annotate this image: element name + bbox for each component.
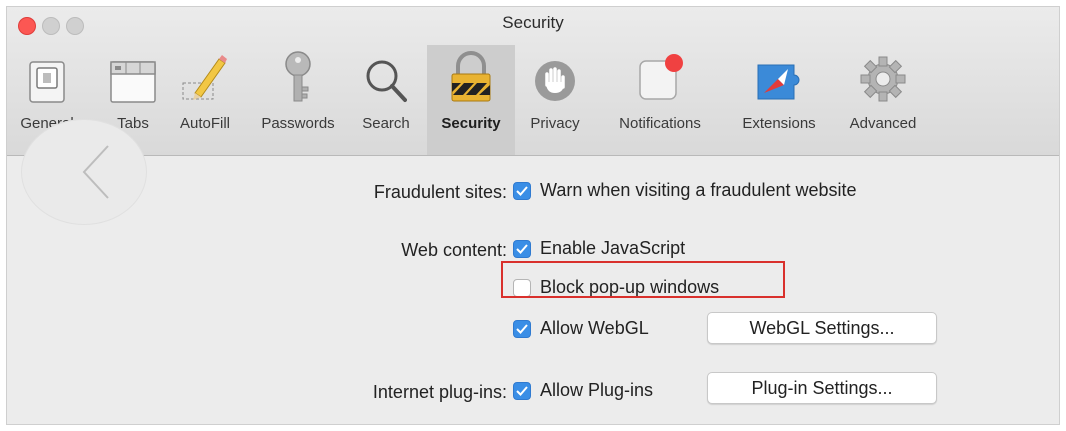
tab-notifications[interactable]: Notifications xyxy=(601,45,719,155)
key-icon xyxy=(268,45,328,103)
enable-javascript-checkbox[interactable] xyxy=(513,239,531,258)
magnifier-icon xyxy=(356,45,416,103)
tab-privacy[interactable]: Privacy xyxy=(519,45,591,155)
enable-javascript-option[interactable]: Enable JavaScript xyxy=(513,238,685,259)
highlight-box xyxy=(501,261,785,298)
allow-plugins-option[interactable]: Allow Plug-ins xyxy=(513,380,653,401)
checkmark-icon xyxy=(516,185,528,196)
tab-autofill[interactable]: AutoFill xyxy=(167,45,243,155)
tab-extensions[interactable]: Extensions xyxy=(727,45,831,155)
checkmark-icon xyxy=(516,323,528,334)
window-title: Security xyxy=(502,13,564,32)
fraudulent-warning-label: Warn when visiting a fraudulent website xyxy=(540,180,857,200)
tab-advanced-label: Advanced xyxy=(849,115,917,132)
gear-icon xyxy=(853,45,913,103)
tab-security[interactable]: Security xyxy=(427,45,515,155)
title-bar: Security General Tabs AutoFill Passwords… xyxy=(7,7,1059,156)
tab-passwords-label: Passwords xyxy=(261,115,335,132)
compass-puzzle-icon xyxy=(749,45,809,103)
plugin-settings-button[interactable]: Plug-in Settings... xyxy=(707,372,937,404)
notification-badge-icon xyxy=(630,45,690,103)
tab-search-label: Search xyxy=(362,115,410,132)
webgl-settings-button[interactable]: WebGL Settings... xyxy=(707,312,937,344)
general-switch-icon xyxy=(17,45,77,103)
preferences-toolbar: General Tabs AutoFill Passwords Search S… xyxy=(7,45,1059,155)
checkmark-icon xyxy=(516,243,528,254)
fraudulent-warning-option[interactable]: Warn when visiting a fraudulent website xyxy=(513,180,857,201)
allow-webgl-label: Allow WebGL xyxy=(540,318,649,338)
fraudulent-warning-checkbox[interactable] xyxy=(513,181,531,200)
tab-security-label: Security xyxy=(441,115,501,132)
tabs-icon xyxy=(103,45,163,103)
hand-icon xyxy=(525,45,585,103)
tab-notifications-label: Notifications xyxy=(619,115,701,132)
allow-plugins-label: Allow Plug-ins xyxy=(540,380,654,400)
allow-plugins-checkbox[interactable] xyxy=(513,381,531,400)
tab-passwords[interactable]: Passwords xyxy=(249,45,347,155)
pencil-icon xyxy=(175,45,235,103)
preferences-window: Security General Tabs AutoFill Passwords… xyxy=(6,6,1060,425)
tab-search[interactable]: Search xyxy=(353,45,419,155)
fraudulent-sites-label: Fraudulent sites: xyxy=(373,182,507,202)
allow-webgl-checkbox[interactable] xyxy=(513,319,531,338)
allow-webgl-option[interactable]: Allow WebGL xyxy=(513,318,649,339)
security-settings-pane: Fraudulent sites: Warn when visiting a f… xyxy=(7,156,1059,424)
web-content-label: Web content: xyxy=(401,240,507,260)
tab-advanced[interactable]: Advanced xyxy=(837,45,929,155)
internet-plugins-label: Internet plug-ins: xyxy=(372,382,507,402)
checkmark-icon xyxy=(516,385,528,396)
tab-autofill-label: AutoFill xyxy=(179,115,231,132)
padlock-icon xyxy=(441,45,501,103)
tab-privacy-label: Privacy xyxy=(530,115,580,132)
enable-javascript-label: Enable JavaScript xyxy=(540,238,686,258)
tab-extensions-label: Extensions xyxy=(742,115,816,132)
